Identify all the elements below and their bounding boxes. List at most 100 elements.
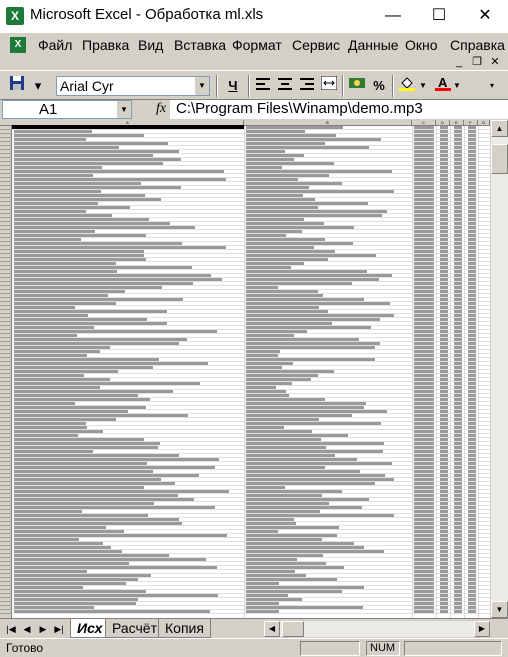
cell-text — [246, 458, 357, 461]
fill-color-icon[interactable] — [396, 75, 418, 97]
percent-icon[interactable]: % — [368, 75, 390, 97]
cell-text — [440, 490, 448, 493]
cell-text — [440, 510, 448, 513]
table-row[interactable] — [0, 610, 490, 614]
cell-text — [440, 250, 448, 253]
menu-insert[interactable]: Вставка — [174, 37, 226, 53]
first-sheet-icon[interactable]: |◀ — [4, 622, 18, 636]
cell-text — [454, 210, 462, 213]
cell-text — [468, 382, 476, 385]
minimize-icon[interactable]: — — [370, 0, 416, 32]
cell-text — [246, 282, 352, 285]
cell-text — [468, 258, 476, 261]
save-icon[interactable] — [6, 75, 28, 97]
cell-text — [440, 458, 448, 461]
cell-text — [414, 530, 434, 533]
horizontal-scrollbar[interactable]: ◀ ▶ — [264, 621, 490, 637]
scroll-down-icon[interactable]: ▼ — [491, 601, 508, 618]
currency-icon[interactable] — [346, 75, 368, 97]
row-header[interactable] — [0, 610, 12, 614]
hscroll-thumb[interactable] — [282, 621, 304, 637]
cell-text — [14, 182, 141, 185]
cell-text — [414, 330, 434, 333]
cell-text — [454, 346, 462, 349]
cell-text — [14, 246, 226, 249]
scroll-right-icon[interactable]: ▶ — [474, 621, 490, 637]
vertical-scrollbar[interactable]: ▲ ▼ — [490, 120, 508, 618]
chevron-down-icon[interactable]: ▼ — [195, 77, 209, 95]
menu-format[interactable]: Формат — [232, 37, 282, 53]
worksheet-grid[interactable]: A B C D E F G — [0, 120, 490, 618]
tab-isx[interactable]: Исх — [70, 619, 110, 638]
merge-center-icon[interactable] — [318, 75, 340, 97]
cell-text — [454, 478, 462, 481]
cell-text — [14, 418, 116, 421]
cell-text — [414, 166, 434, 169]
cell-text — [414, 410, 434, 413]
align-left-icon[interactable] — [252, 75, 274, 97]
scroll-left-icon[interactable]: ◀ — [264, 621, 280, 637]
cell-text — [14, 554, 169, 557]
cell-text — [440, 258, 448, 261]
doc-restore-icon[interactable]: ❐ — [470, 55, 484, 69]
selected-cell-a1[interactable] — [12, 125, 244, 129]
cell-text — [14, 382, 200, 385]
toolbar-overflow-icon[interactable]: ▾ — [486, 75, 498, 97]
last-sheet-icon[interactable]: ▶| — [52, 622, 66, 636]
cell-text — [468, 482, 476, 485]
cell-text — [454, 266, 462, 269]
doc-minimize-icon[interactable]: _ — [452, 55, 466, 69]
next-sheet-icon[interactable]: ▶ — [36, 622, 50, 636]
prev-sheet-icon[interactable]: ◀ — [20, 622, 34, 636]
cell-text — [414, 590, 434, 593]
workbook-icon[interactable]: X — [10, 37, 26, 53]
scroll-thumb[interactable] — [491, 144, 508, 174]
tab-raschet[interactable]: Расчёт — [105, 619, 164, 638]
fill-color-dropdown-icon[interactable]: ▼ — [418, 75, 428, 97]
cell-text — [454, 146, 462, 149]
cell-text — [14, 390, 173, 393]
align-right-icon[interactable] — [296, 75, 318, 97]
menu-tools[interactable]: Сервис — [292, 37, 340, 53]
formula-input[interactable]: C:\Program Files\Winamp\demo.mp3 — [170, 100, 508, 119]
chevron-down-icon[interactable]: ▼ — [117, 101, 131, 118]
menu-data[interactable]: Данные — [348, 37, 399, 53]
cell-text — [246, 158, 294, 161]
doc-close-icon[interactable]: ✕ — [488, 55, 502, 69]
cell-text — [14, 606, 94, 609]
menu-window[interactable]: Окно — [405, 37, 438, 53]
fx-icon[interactable]: fx — [156, 101, 166, 117]
cell-text — [468, 594, 476, 597]
cell-text — [414, 294, 434, 297]
cell-text — [14, 402, 75, 405]
cell-text — [468, 158, 476, 161]
font-color-dropdown-icon[interactable]: ▼ — [452, 75, 462, 97]
close-icon[interactable]: ✕ — [462, 0, 508, 32]
underline-button[interactable]: Ч — [222, 75, 244, 97]
cell-text — [468, 290, 476, 293]
cell-text — [454, 498, 462, 501]
toolbar-options-icon[interactable]: ▾ — [32, 75, 44, 97]
cell-text — [246, 450, 383, 453]
menu-file[interactable]: Файл — [38, 37, 72, 53]
scroll-up-icon[interactable]: ▲ — [491, 120, 508, 137]
cell-text — [14, 442, 160, 445]
cell-text — [14, 578, 138, 581]
cell-text — [14, 134, 144, 137]
font-color-icon[interactable]: A — [432, 75, 454, 97]
menu-help[interactable]: Справка — [450, 37, 505, 53]
cell-area[interactable] — [0, 126, 490, 618]
align-center-icon[interactable] — [274, 75, 296, 97]
cell-text — [14, 570, 87, 573]
menu-view[interactable]: Вид — [138, 37, 163, 53]
cell-text — [414, 302, 434, 305]
excel-icon[interactable]: X — [6, 7, 24, 25]
menu-edit[interactable]: Правка — [82, 37, 129, 53]
cell-text — [454, 494, 462, 497]
font-name-select[interactable]: Arial Cyr ▼ — [56, 76, 210, 96]
tab-kopiya[interactable]: Копия — [158, 619, 211, 638]
cell-text — [414, 230, 434, 233]
maximize-icon[interactable]: ☐ — [416, 0, 462, 32]
name-box[interactable]: A1 ▼ — [2, 100, 132, 119]
cell-text — [440, 126, 448, 129]
